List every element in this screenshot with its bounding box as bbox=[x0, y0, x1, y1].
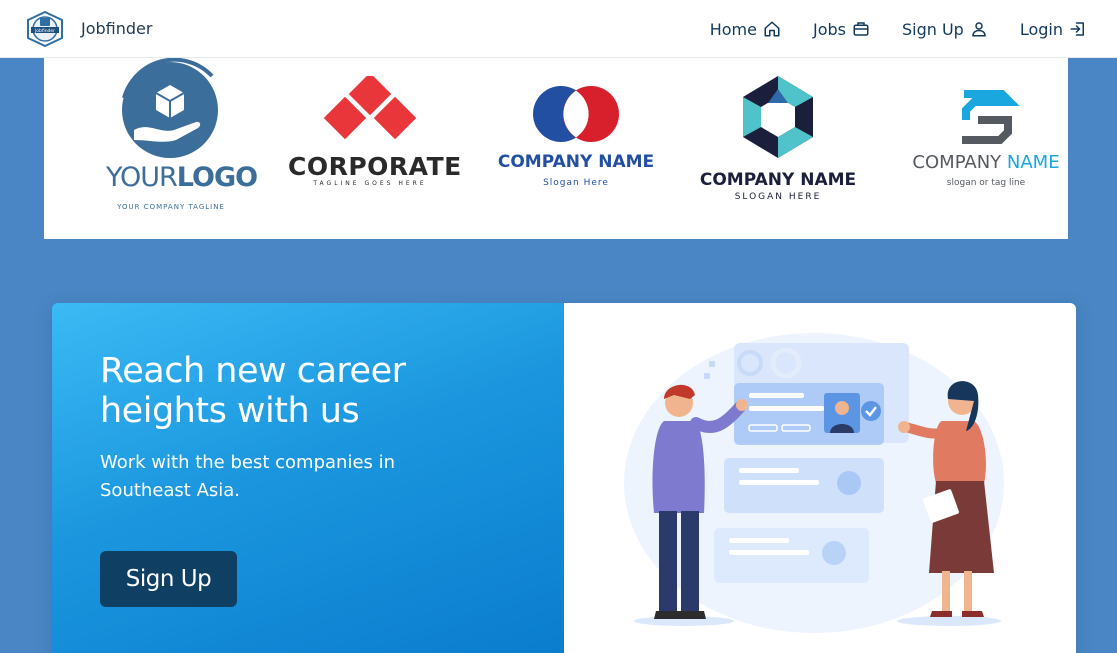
brand-name: Jobfinder bbox=[81, 19, 153, 38]
nav-login-label: Login bbox=[1019, 19, 1063, 39]
nav-links: Home Jobs Sign Up Login bbox=[710, 0, 1117, 58]
home-icon bbox=[764, 21, 780, 37]
company-1-circles-icon bbox=[533, 86, 619, 142]
brand-logo-text: Jobfinder bbox=[34, 27, 55, 33]
login-icon bbox=[1070, 22, 1084, 36]
nav-home[interactable]: Home bbox=[710, 20, 781, 39]
company-1-text: COMPANY NAME bbox=[497, 152, 655, 172]
company-3-text-a: COMPANY bbox=[912, 152, 1007, 173]
company-3-s-mark-icon bbox=[962, 90, 1020, 144]
logo-yourlogo: YOURLOGO YOUR COMPANY TAGLINE bbox=[104, 58, 258, 218]
hero-title: Reach new career heights with us bbox=[100, 351, 406, 431]
profile-card-icon bbox=[734, 383, 884, 445]
corporate-tagline: TAGLINE GOES HERE bbox=[313, 180, 427, 187]
hero-signup-button[interactable]: Sign Up bbox=[100, 551, 237, 607]
corporate-diamonds-icon bbox=[323, 76, 417, 140]
nav-jobs-label: Jobs bbox=[812, 19, 846, 39]
corporate-text: CORPORATE bbox=[288, 152, 462, 181]
yourlogo-text-b: LOGO bbox=[176, 162, 258, 193]
logo-corporate: CORPORATE TAGLINE GOES HERE bbox=[288, 76, 462, 196]
nav-login[interactable]: Login bbox=[1020, 20, 1087, 39]
yourlogo-text: YOURLOGO bbox=[106, 162, 258, 193]
brand[interactable]: Jobfinder Jobfinder bbox=[25, 10, 153, 47]
yourlogo-text-a: YOUR bbox=[106, 162, 178, 193]
company-3-text: COMPANY NAME bbox=[904, 152, 1068, 173]
nav-signup[interactable]: Sign Up bbox=[902, 20, 988, 39]
company-2-tagline: SLOGAN HERE bbox=[734, 192, 822, 202]
briefcase-icon bbox=[853, 22, 869, 36]
yourlogo-emblem-icon bbox=[122, 58, 218, 158]
recruitment-illustration bbox=[624, 333, 1004, 633]
nav-jobs[interactable]: Jobs bbox=[813, 20, 870, 39]
nav-home-label: Home bbox=[709, 19, 757, 39]
nav-signup-label: Sign Up bbox=[901, 19, 964, 39]
hero-subtitle: Work with the best companies in Southeas… bbox=[100, 452, 396, 501]
user-icon bbox=[972, 22, 986, 37]
company-2-hexagon-icon bbox=[743, 76, 813, 158]
company-2-text: COMPANY NAME bbox=[699, 170, 857, 190]
company-3-tagline: slogan or tag line bbox=[946, 178, 1026, 188]
yourlogo-tagline: YOUR COMPANY TAGLINE bbox=[117, 203, 225, 211]
company-1-tagline: Slogan Here bbox=[543, 178, 609, 188]
navbar: Jobfinder Jobfinder Home Jobs Sign Up Lo… bbox=[0, 0, 1117, 58]
logo-company-1: COMPANY NAME Slogan Here bbox=[491, 84, 661, 194]
hero-text-panel: Reach new career heights with us Work wi… bbox=[52, 303, 564, 653]
logo-company-2: COMPANY NAME SLOGAN HERE bbox=[696, 76, 860, 206]
brand-logo-icon: Jobfinder bbox=[27, 10, 63, 47]
company-3-text-b: NAME bbox=[1006, 152, 1060, 173]
partner-logos: YOURLOGO YOUR COMPANY TAGLINE CORPORATE … bbox=[44, 58, 1068, 239]
hero-illustration-panel bbox=[564, 303, 1076, 653]
logo-company-3: COMPANY NAME slogan or tag line bbox=[904, 88, 1068, 198]
hero-card: Reach new career heights with us Work wi… bbox=[52, 303, 1076, 653]
